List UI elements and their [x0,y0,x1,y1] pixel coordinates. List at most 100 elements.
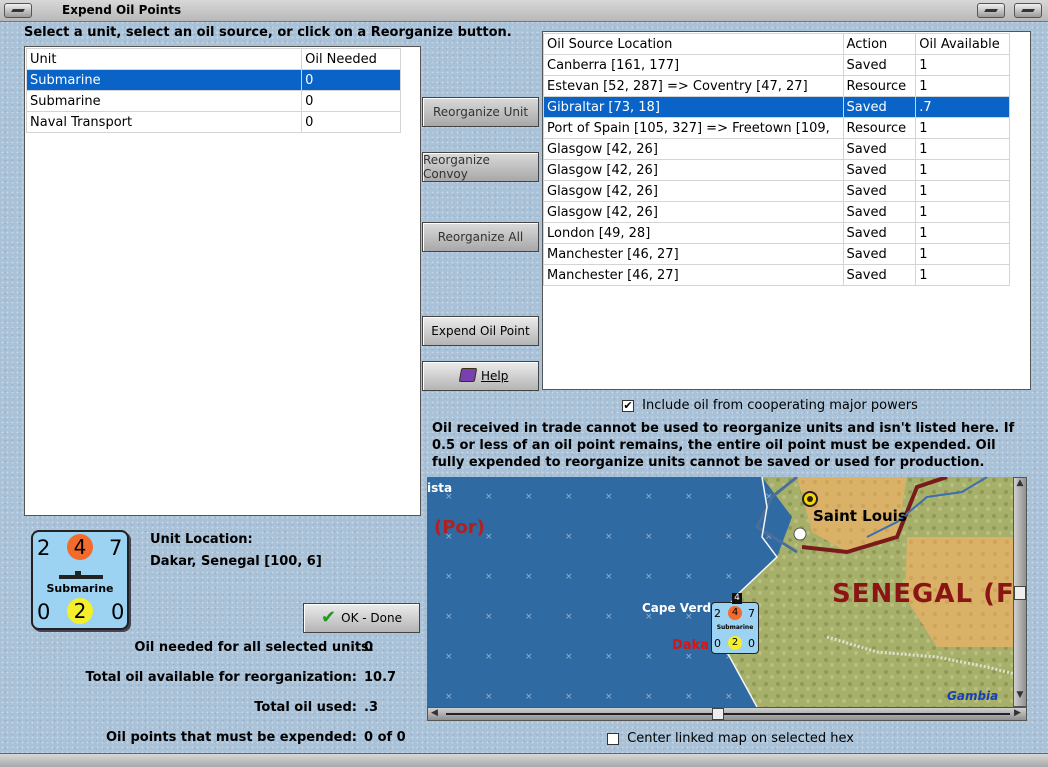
help-label: Help [481,369,509,383]
oil-action: Saved [842,243,917,265]
unit-name: Naval Transport [25,111,303,133]
oil-source-panel: Oil Source Location Action Oil Available… [542,31,1031,390]
column-header-location[interactable]: Oil Source Location [543,33,844,55]
linked-map[interactable]: × ista (Por) Saint Louis SENEGAL (F Cape… [427,477,1027,707]
info-text: Oil received in trade cannot be used to … [432,421,1015,470]
submarine-icon [59,575,103,579]
center-map-option[interactable]: Center linked map on selected hex [607,731,854,746]
oil-action: Saved [842,264,917,286]
scroll-up-icon[interactable]: ▲ [1015,478,1025,492]
oil-available: 1 [915,159,1010,181]
table-row[interactable]: Glasgow [42, 26] Saved 1 [543,138,1010,160]
table-row[interactable]: Glasgow [42, 26] Saved 1 [543,159,1010,181]
help-button[interactable]: Help [422,361,539,391]
table-row[interactable]: Gibraltar [73, 18] Saved .7 [543,96,1010,118]
map-horizontal-scrollbar[interactable]: ◀ ▶ [427,707,1027,721]
vertical-scroll-thumb[interactable] [1014,586,1026,600]
mini-counter-name: Submarine [716,624,754,631]
oil-available: 1 [915,54,1010,76]
column-header-unit[interactable]: Unit [25,48,303,70]
stack-count-badge: 4 [732,593,742,604]
oil-action: Saved [842,54,917,76]
counter-attack: 2 [37,536,51,560]
unit-oil-needed: 0 [301,69,401,91]
table-row[interactable]: Manchester [46, 27] Saved 1 [543,264,1010,286]
stat-needed-label: Oil needed for all selected units: [134,640,374,655]
close-icon[interactable] [1014,3,1042,18]
unit-location-value: Dakar, Senegal [100, 6] [150,554,322,569]
map-label-dakar: Daka [672,638,709,653]
center-map-checkbox[interactable] [607,732,619,745]
unit-counter: 2 4 7 Submarine 0 2 0 [31,530,129,630]
mini-counter-other: 0 [748,637,755,650]
scroll-down-icon[interactable]: ▼ [1015,690,1025,704]
mini-counter-movement: 4 [728,606,742,620]
table-row[interactable]: Naval Transport 0 [25,111,401,133]
oil-action: Saved [842,222,917,244]
table-row[interactable]: Canberra [161, 177] Saved 1 [543,54,1010,76]
reorganize-convoy-button[interactable]: Reorganize Convoy [422,152,539,182]
oil-available: 1 [915,222,1010,244]
oil-location: Estevan [52, 287] => Coventry [47, 27] [543,75,844,97]
expend-oil-point-button[interactable]: Expend Oil Point [422,316,539,346]
scroll-track [446,713,1010,715]
stat-expended-value: 0 of 0 [364,730,406,745]
table-row[interactable]: Estevan [52, 287] => Coventry [47, 27] Re… [543,75,1010,97]
units-panel: Unit Oil Needed Submarine 0 Submarine 0 … [24,46,421,516]
bottom-scrollbar[interactable] [0,753,1048,767]
oil-location: Gibraltar [73, 18] [543,96,844,118]
reorganize-all-button[interactable]: Reorganize All [422,222,539,252]
column-header-action[interactable]: Action [842,33,917,55]
unit-oil-needed: 0 [301,90,401,112]
table-row[interactable]: Glasgow [42, 26] Saved 1 [543,180,1010,202]
counter-defense: 0 [37,600,51,624]
units-table: Unit Oil Needed Submarine 0 Submarine 0 … [25,48,401,133]
counter-range: 7 [109,536,123,560]
oil-action: Resource [842,75,917,97]
table-row[interactable]: Port of Spain [105, 327] => Freetown [10… [543,117,1010,139]
stat-needed-value: 0 [364,640,374,655]
oil-location: Glasgow [42, 26] [543,159,844,181]
horizontal-scroll-thumb[interactable] [712,708,724,720]
map-label-saint-louis: Saint Louis [813,507,907,525]
map-label-gambia: Gambia [947,689,999,703]
column-header-oil-available[interactable]: Oil Available [915,33,1010,55]
oil-action: Saved [842,96,917,118]
scroll-right-icon[interactable]: ▶ [1014,708,1021,718]
oil-action: Resource [842,117,917,139]
table-row[interactable]: Submarine 0 [25,90,401,112]
counter-movement: 4 [67,534,93,560]
oil-action: Saved [842,159,917,181]
unit-oil-needed: 0 [301,111,401,133]
oil-location: Glasgow [42, 26] [543,138,844,160]
oil-available: 1 [915,201,1010,223]
ok-done-label: OK - Done [341,611,402,625]
scroll-left-icon[interactable]: ◀ [431,708,438,718]
oil-location: Manchester [46, 27] [543,243,844,265]
include-oil-checkbox[interactable]: ✔ [622,399,634,412]
map-vertical-scrollbar[interactable]: ▲ ▼ [1013,477,1027,707]
oil-location: Glasgow [42, 26] [543,180,844,202]
stat-used-label: Total oil used: [254,700,357,715]
table-row[interactable]: London [49, 28] Saved 1 [543,222,1010,244]
table-row[interactable]: Submarine 0 [25,69,401,91]
minimize-icon[interactable] [4,3,32,18]
column-header-oil-needed[interactable]: Oil Needed [301,48,401,70]
stat-expended-label: Oil points that must be expended: [105,730,357,745]
stat-used-value: .3 [364,700,378,715]
oil-location: London [49, 28] [543,222,844,244]
counter-name: Submarine [46,582,114,595]
oil-available: 1 [915,117,1010,139]
mini-counter-defense: 0 [714,637,721,650]
map-unit-counter[interactable]: 4 2 4 7 Submarine 0 2 0 [711,593,759,654]
table-row[interactable]: Glasgow [42, 26] Saved 1 [543,201,1010,223]
table-row[interactable]: Manchester [46, 27] Saved 1 [543,243,1010,265]
reorganize-unit-button[interactable]: Reorganize Unit [422,97,539,127]
counter-other: 0 [111,600,125,624]
oil-location: Manchester [46, 27] [543,264,844,286]
mini-counter-range: 7 [748,607,755,620]
ok-done-button[interactable]: ✔ OK - Done [303,603,420,633]
restore-icon[interactable] [977,3,1005,18]
include-oil-option[interactable]: ✔ Include oil from cooperating major pow… [622,398,918,413]
oil-location: Canberra [161, 177] [543,54,844,76]
